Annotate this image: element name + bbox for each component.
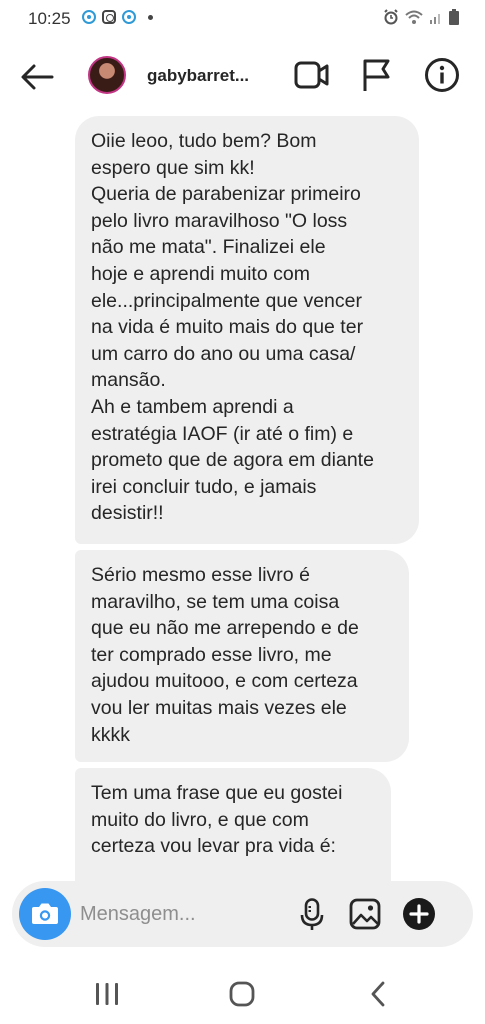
- more-notifications-icon: [148, 14, 153, 20]
- signal-icon: [430, 14, 440, 24]
- info-button[interactable]: [424, 57, 460, 93]
- recent-apps-icon: [96, 983, 118, 1005]
- home-button[interactable]: [229, 981, 255, 1007]
- more-options-button[interactable]: [403, 898, 435, 930]
- notification-icons: [82, 10, 153, 24]
- battery-icon: [449, 9, 459, 25]
- chevron-left-icon: [371, 981, 385, 1007]
- report-button[interactable]: [360, 57, 392, 93]
- back-button[interactable]: [18, 58, 56, 96]
- system-status-icons: [383, 9, 459, 25]
- instagram-notification-icon: [102, 10, 116, 24]
- message-input[interactable]: [80, 895, 290, 933]
- message-composer: [12, 881, 473, 947]
- status-bar: 10:25: [0, 0, 485, 36]
- notification-app-icon: [82, 10, 96, 24]
- wifi-icon: [405, 10, 423, 24]
- notification-app-icon: [122, 10, 136, 24]
- system-back-button[interactable]: [366, 980, 390, 1008]
- gallery-button[interactable]: [349, 898, 381, 930]
- image-icon: [349, 898, 381, 930]
- message-list[interactable]: Oiie leoo, tudo bem? Bom espero que sim …: [0, 116, 485, 881]
- home-icon: [229, 981, 255, 1007]
- profile-avatar[interactable]: [88, 56, 126, 94]
- message-bubble[interactable]: Tem uma frase que eu gostei muito do liv…: [75, 768, 391, 881]
- status-time: 10:25: [28, 9, 71, 28]
- info-circle-icon: [425, 58, 459, 92]
- system-navigation-bar: [0, 960, 485, 1024]
- message-bubble[interactable]: Oiie leoo, tudo bem? Bom espero que sim …: [75, 116, 419, 544]
- video-camera-icon: [294, 61, 329, 89]
- arrow-left-icon: [21, 64, 54, 90]
- message-bubble[interactable]: Sério mesmo esse livro é maravilho, se t…: [75, 550, 409, 762]
- camera-button[interactable]: [19, 888, 71, 940]
- microphone-icon: [300, 898, 324, 930]
- plus-circle-icon: [409, 904, 429, 924]
- username[interactable]: gabybarret...: [147, 66, 259, 86]
- camera-icon: [32, 903, 58, 924]
- alarm-icon: [384, 9, 398, 25]
- video-call-button[interactable]: [294, 58, 330, 92]
- recent-apps-button[interactable]: [92, 982, 122, 1006]
- chat-header: gabybarret...: [0, 36, 485, 116]
- voice-message-button[interactable]: [300, 898, 324, 932]
- flag-icon: [363, 59, 390, 91]
